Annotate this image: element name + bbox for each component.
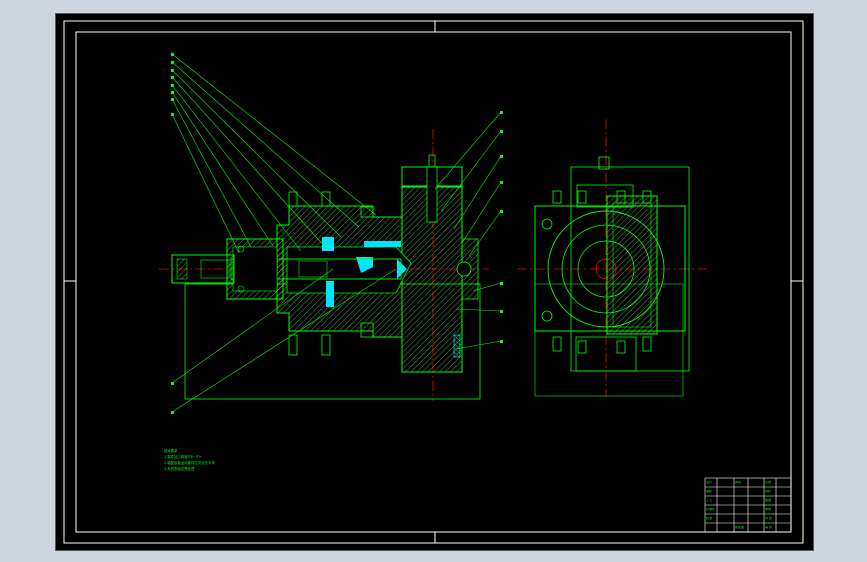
title-block-cell: 共 张	[765, 517, 772, 520]
title-block-cell: 工艺	[706, 499, 713, 502]
cad-application-background: 技术要求 1.零件加工精度IT8~IT9 2.装配后各运动部件应灵活无卡滞 3.…	[0, 0, 867, 562]
front-section-view[interactable]	[159, 129, 489, 401]
title-block-cell: 夹具	[735, 481, 742, 484]
drawing-canvas[interactable]: 技术要求 1.零件加工精度IT8~IT9 2.装配后各运动部件应灵活无卡滞 3.…	[55, 13, 814, 551]
title-block-cell: 重量	[765, 508, 772, 511]
title-block[interactable]	[704, 477, 792, 533]
title-block-cell: 设计	[706, 481, 713, 484]
title-block-cell: 比例	[765, 481, 772, 484]
title-block-cell: 装配图	[735, 526, 745, 529]
title-block-cell: 批准	[706, 517, 713, 520]
technical-notes: 技术要求 1.零件加工精度IT8~IT9 2.装配后各运动部件应灵活无卡滞 3.…	[164, 448, 215, 472]
side-view[interactable]	[517, 119, 709, 397]
title-block-cell: 材料	[765, 490, 772, 493]
title-block-cell: 审核	[706, 490, 713, 493]
title-block-cell: 标准化	[706, 508, 716, 511]
title-block-cell: 数量	[765, 499, 772, 502]
notes-line-3: 3.夹具表面发黑处理	[164, 467, 195, 471]
title-block-cell: 第 张	[765, 526, 772, 529]
